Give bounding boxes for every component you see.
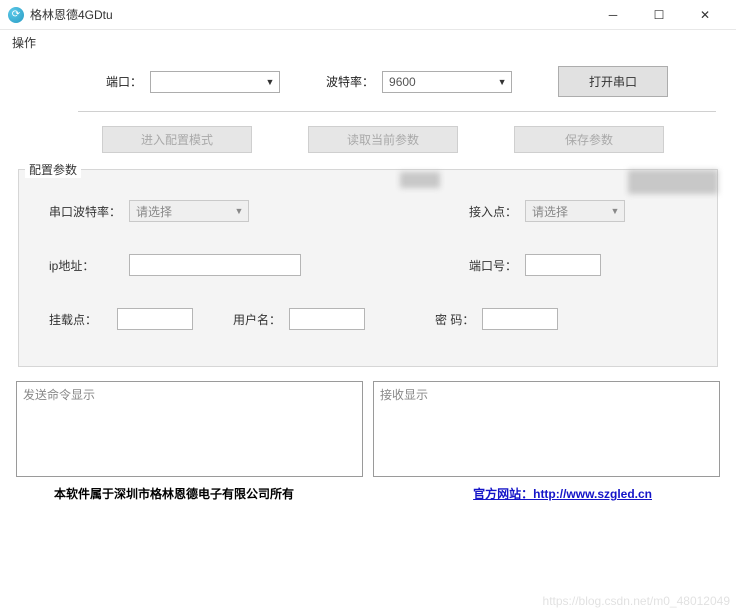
port-label: 端口： [106, 73, 142, 90]
pwd-input[interactable] [482, 308, 558, 330]
window-title: 格林恩德4GDtu [30, 6, 113, 23]
recv-log[interactable]: 接收显示 [373, 381, 720, 477]
groupbox-legend: 配置参数 [25, 161, 81, 178]
maximize-button[interactable]: ☐ [636, 0, 682, 30]
copyright-text: 本软件属于深圳市格林恩德电子有限公司所有 [24, 485, 473, 502]
titlebar: 格林恩德4GDtu ─ ☐ ✕ [0, 0, 736, 30]
config-groupbox: 配置参数 串口波特率： 请选择 ▼ 接入点： 请选择 ▼ ip地址： [18, 169, 718, 367]
serial-baud-select[interactable]: 请选择 ▼ [129, 200, 249, 222]
user-input[interactable] [289, 308, 365, 330]
baud-label: 波特率： [326, 73, 374, 90]
recv-log-placeholder: 接收显示 [380, 388, 428, 402]
user-label: 用户名： [233, 311, 281, 328]
port-select[interactable]: ▼ [150, 71, 280, 93]
baud-select[interactable]: 9600 ▼ [382, 71, 512, 93]
chevron-down-icon: ▼ [261, 72, 279, 92]
close-button[interactable]: ✕ [682, 0, 728, 30]
send-log-placeholder: 发送命令显示 [23, 388, 95, 402]
apn-value: 请选择 [532, 203, 568, 220]
blur-overlay [400, 172, 440, 188]
portnum-label: 端口号： [469, 257, 517, 274]
ip-label: ip地址： [49, 257, 121, 274]
enter-config-button[interactable]: 进入配置模式 [102, 126, 252, 153]
mount-label: 挂载点： [49, 311, 109, 328]
blur-overlay [628, 170, 718, 194]
log-row: 发送命令显示 接收显示 [16, 381, 720, 477]
open-serial-button[interactable]: 打开串口 [558, 66, 668, 97]
serial-baud-label: 串口波特率： [49, 203, 121, 220]
serial-baud-value: 请选择 [136, 203, 172, 220]
apn-label: 接入点： [469, 203, 517, 220]
save-params-button[interactable]: 保存参数 [514, 126, 664, 153]
baud-value: 9600 [389, 75, 416, 89]
mount-input[interactable] [117, 308, 193, 330]
pwd-label: 密 码： [435, 311, 474, 328]
ip-input[interactable] [129, 254, 301, 276]
action-row: 进入配置模式 读取当前参数 保存参数 [16, 126, 720, 169]
app-logo-icon [8, 7, 24, 23]
toolbar-row: 端口： ▼ 波特率： 9600 ▼ 打开串口 [16, 62, 720, 111]
divider [78, 111, 716, 112]
send-log[interactable]: 发送命令显示 [16, 381, 363, 477]
official-site-link[interactable]: 官方网站：http://www.szgled.cn [473, 485, 712, 502]
read-params-button[interactable]: 读取当前参数 [308, 126, 458, 153]
minimize-button[interactable]: ─ [590, 0, 636, 30]
chevron-down-icon: ▼ [606, 201, 624, 221]
portnum-input[interactable] [525, 254, 601, 276]
watermark: https://blog.csdn.net/m0_48012049 [543, 594, 730, 608]
chevron-down-icon: ▼ [230, 201, 248, 221]
chevron-down-icon: ▼ [493, 72, 511, 92]
menubar: 操作 [0, 30, 736, 54]
apn-select[interactable]: 请选择 ▼ [525, 200, 625, 222]
footer: 本软件属于深圳市格林恩德电子有限公司所有 官方网站：http://www.szg… [16, 485, 720, 502]
menu-operation[interactable]: 操作 [8, 32, 40, 53]
